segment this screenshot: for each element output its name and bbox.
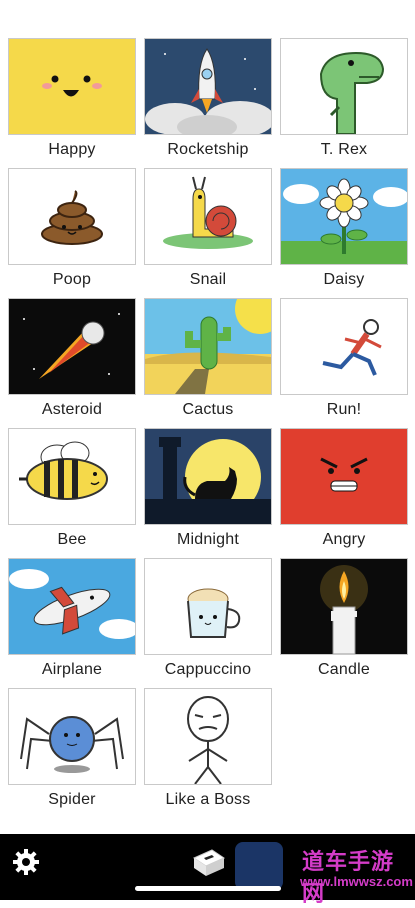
tile-label: Asteroid — [41, 401, 103, 418]
tile-label: Rocketship — [167, 141, 249, 158]
tile-label: Like a Boss — [165, 791, 251, 808]
tile-label: Cactus — [182, 401, 234, 418]
cappuccino-thumbnail — [144, 558, 272, 655]
tile-label: Happy — [48, 141, 96, 158]
candle-thumbnail — [280, 558, 408, 655]
trex-thumbnail — [280, 38, 408, 135]
rocketship-thumbnail — [144, 38, 272, 135]
poop-thumbnail — [8, 168, 136, 265]
watermark-logo-icon — [235, 842, 283, 890]
asteroid-thumbnail — [8, 298, 136, 395]
tile-bee[interactable]: Bee — [8, 428, 136, 558]
bee-thumbnail — [8, 428, 136, 525]
midnight-thumbnail — [144, 428, 272, 525]
bottom-toolbar: 道车手游网 www.lmwwsz.com — [0, 834, 415, 906]
tile-asteroid[interactable]: Asteroid — [8, 298, 136, 428]
cactus-thumbnail — [144, 298, 272, 395]
spider-thumbnail — [8, 688, 136, 785]
watermark-url: www.lmwwsz.com — [300, 874, 413, 889]
tile-label: Spider — [48, 791, 96, 808]
tile-label: Snail — [189, 271, 227, 288]
tile-cappuccino[interactable]: Cappuccino — [144, 558, 272, 688]
tile-label: Cappuccino — [164, 661, 252, 678]
tile-label: Candle — [318, 661, 370, 678]
happy-thumbnail — [8, 38, 136, 135]
airplane-thumbnail — [8, 558, 136, 655]
book-icon[interactable] — [190, 844, 228, 882]
tile-label: Midnight — [176, 531, 240, 548]
daisy-thumbnail — [280, 168, 408, 265]
tile-label: Angry — [322, 531, 366, 548]
tile-label: Airplane — [41, 661, 103, 678]
tile-candle[interactable]: Candle — [280, 558, 408, 688]
snail-thumbnail — [144, 168, 272, 265]
run-thumbnail — [280, 298, 408, 395]
tile-daisy[interactable]: Daisy — [280, 168, 408, 298]
tile-happy[interactable]: Happy — [8, 38, 136, 168]
tile-label: Daisy — [323, 271, 365, 288]
tile-like-a-boss[interactable]: Like a Boss — [144, 688, 272, 818]
tile-label: Poop — [52, 271, 92, 288]
tile-airplane[interactable]: Airplane — [8, 558, 136, 688]
tile-label: Bee — [57, 531, 87, 548]
tile-spider[interactable]: Spider — [8, 688, 136, 818]
drawing-grid: Happy Rocketship T. Rex Poop Snail Daisy… — [8, 38, 408, 818]
tile-rocketship[interactable]: Rocketship — [144, 38, 272, 168]
tile-label: Run! — [326, 401, 362, 418]
tile-label: T. Rex — [320, 141, 368, 158]
gear-icon[interactable] — [12, 848, 40, 876]
home-indicator[interactable] — [135, 886, 281, 891]
tile-trex[interactable]: T. Rex — [280, 38, 408, 168]
tile-poop[interactable]: Poop — [8, 168, 136, 298]
tile-midnight[interactable]: Midnight — [144, 428, 272, 558]
tile-angry[interactable]: Angry — [280, 428, 408, 558]
angry-thumbnail — [280, 428, 408, 525]
tile-run[interactable]: Run! — [280, 298, 408, 428]
like-a-boss-thumbnail — [144, 688, 272, 785]
tile-snail[interactable]: Snail — [144, 168, 272, 298]
tile-cactus[interactable]: Cactus — [144, 298, 272, 428]
